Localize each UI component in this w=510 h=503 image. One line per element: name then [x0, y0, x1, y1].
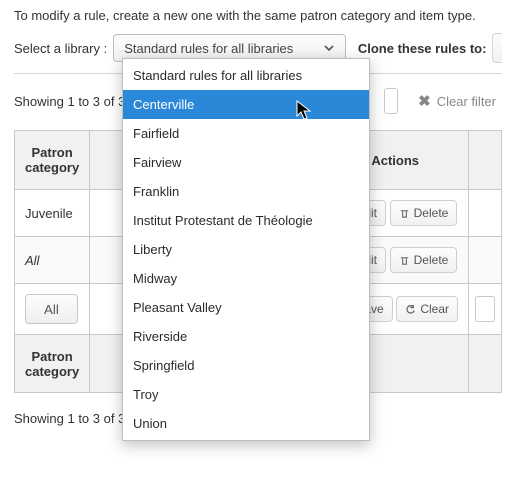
- cell-patron: Juvenile: [15, 189, 90, 236]
- clear-filter-label: Clear filter: [437, 94, 496, 109]
- dropdown-option[interactable]: Liberty: [123, 235, 369, 264]
- patron-all-button[interactable]: All: [25, 294, 78, 324]
- chevron-down-icon: [323, 42, 335, 54]
- filter-input[interactable]: [384, 88, 398, 114]
- dropdown-option[interactable]: Riverside: [123, 322, 369, 351]
- dropdown-option[interactable]: Centerville: [123, 90, 369, 119]
- dropdown-option[interactable]: Troy: [123, 380, 369, 409]
- delete-button[interactable]: Delete: [390, 200, 458, 226]
- th-patron[interactable]: Patron category: [15, 131, 90, 189]
- trash-icon: [399, 208, 410, 219]
- select-library-label: Select a library :: [14, 41, 107, 56]
- close-icon: ✖: [418, 92, 431, 110]
- dropdown-option[interactable]: Union: [123, 409, 369, 438]
- dropdown-option[interactable]: Institut Protestant de Théologie: [123, 206, 369, 235]
- dropdown-option[interactable]: Springfield: [123, 351, 369, 380]
- tf-patron: Patron category: [15, 334, 90, 392]
- numeric-input[interactable]: [475, 296, 495, 322]
- th-extra: [469, 131, 501, 189]
- modify-hint: To modify a rule, create a new one with …: [14, 8, 502, 23]
- library-select-value: Standard rules for all libraries: [124, 41, 293, 56]
- dropdown-option[interactable]: Midway: [123, 264, 369, 293]
- rotate-icon: [405, 304, 416, 315]
- dropdown-option[interactable]: Pleasant Valley: [123, 293, 369, 322]
- dropdown-option[interactable]: Fairfield: [123, 119, 369, 148]
- library-dropdown-list[interactable]: Standard rules for all libraries Centerv…: [122, 58, 370, 441]
- clear-button[interactable]: Clear: [396, 296, 458, 322]
- dropdown-option[interactable]: Franklin: [123, 177, 369, 206]
- cell-patron: All: [15, 236, 90, 283]
- delete-button[interactable]: Delete: [390, 247, 458, 273]
- dropdown-option[interactable]: Standard rules for all libraries: [123, 61, 369, 90]
- trash-icon: [399, 255, 410, 266]
- clone-rules-label: Clone these rules to:: [358, 41, 487, 56]
- dropdown-option[interactable]: Fairview: [123, 148, 369, 177]
- clear-filter-button[interactable]: ✖ Clear filter: [412, 88, 502, 114]
- clone-target-select[interactable]: [492, 33, 502, 63]
